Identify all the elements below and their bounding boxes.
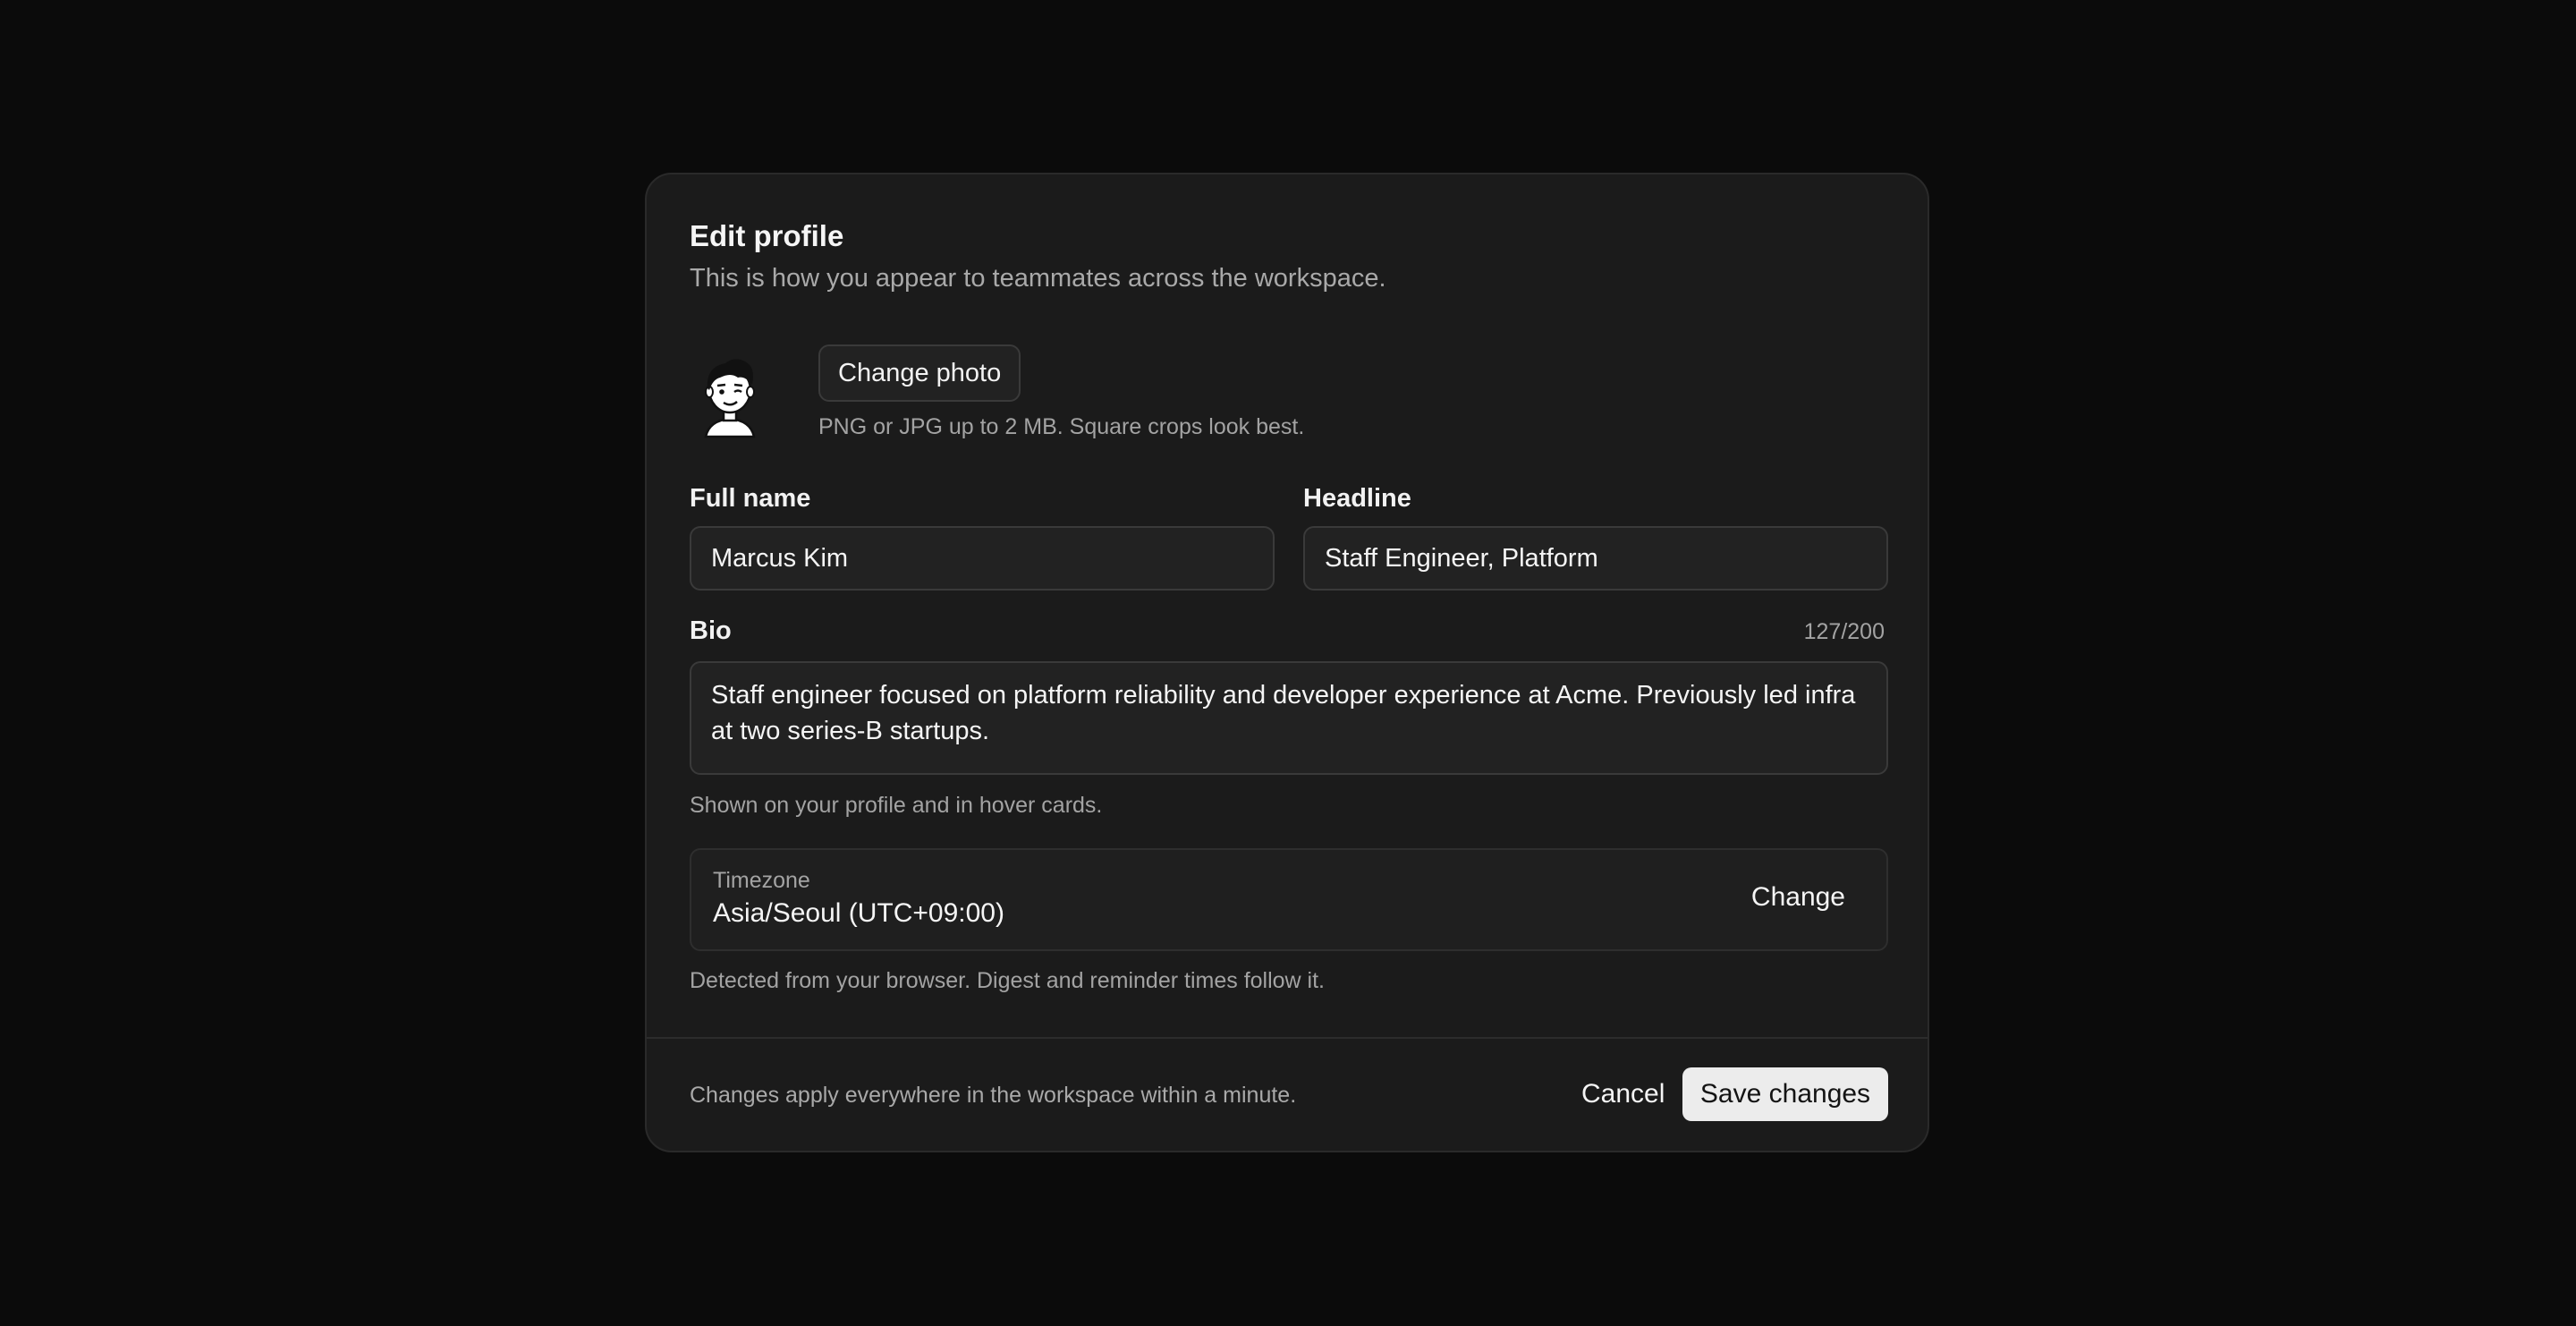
footer-note: Changes apply everywhere in the workspac… — [690, 1083, 1297, 1108]
bio-textarea[interactable]: Staff engineer focused on platform relia… — [690, 661, 1888, 775]
timezone-label: Timezone — [713, 868, 810, 893]
headline-input[interactable]: Staff Engineer, Platform — [1303, 526, 1888, 591]
photo-hint: PNG or JPG up to 2 MB. Square crops look… — [818, 414, 1305, 439]
headline-label: Headline — [1303, 484, 1411, 513]
full-name-label: Full name — [690, 484, 811, 513]
edit-profile-dialog: Edit profile This is how you appear to t… — [645, 173, 1929, 1152]
full-name-input[interactable]: Marcus Kim — [690, 526, 1275, 591]
avatar — [690, 349, 770, 438]
cancel-button[interactable]: Cancel — [1563, 1066, 1682, 1123]
change-timezone-button[interactable]: Change — [1751, 882, 1845, 913]
timezone-value: Asia/Seoul (UTC+09:00) — [713, 898, 1004, 928]
timezone-hint: Detected from your browser. Digest and r… — [690, 968, 1325, 993]
dialog-subtitle: This is how you appear to teammates acro… — [690, 264, 1386, 293]
timezone-row: Timezone Asia/Seoul (UTC+09:00) Change — [690, 848, 1888, 951]
bio-label: Bio — [690, 616, 732, 645]
save-changes-button[interactable]: Save changes — [1682, 1067, 1888, 1121]
avatar-illustration-icon — [704, 359, 756, 438]
footer-divider — [647, 1037, 1928, 1039]
bio-character-counter: 127/200 — [1803, 619, 1885, 644]
dialog-title: Edit profile — [690, 219, 844, 252]
bio-hint: Shown on your profile and in hover cards… — [690, 793, 1103, 818]
change-photo-button[interactable]: Change photo — [818, 344, 1021, 402]
